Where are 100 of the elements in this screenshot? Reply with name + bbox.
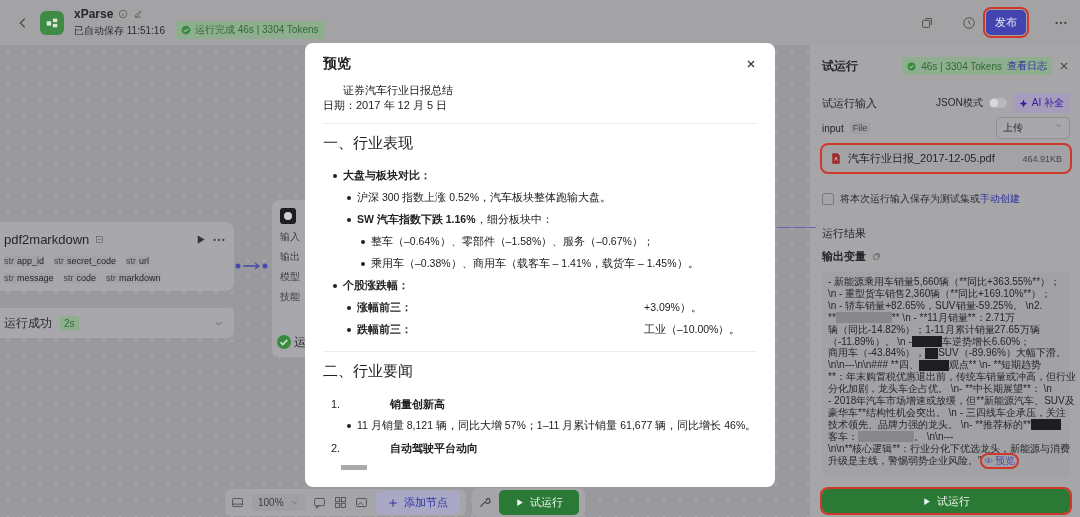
check-icon bbox=[180, 24, 191, 35]
manual-create-link[interactable]: 手动创建 bbox=[980, 193, 1020, 204]
output-text: \n - 重型货车销售2,360辆（**同比+169.10%**）； bbox=[828, 287, 1052, 300]
list-number: 2. bbox=[330, 442, 342, 454]
chevron-down-icon bbox=[1054, 121, 1063, 130]
file-name: 汽车行业日报_2017-12-05.pdf bbox=[848, 151, 995, 166]
output-text: 。 \n\n--- bbox=[914, 430, 954, 443]
list-text: 乘用车（–0.38%）、商用车（载客车 – 1.41%，载货车 – 1.45%）。 bbox=[371, 257, 699, 271]
run-result-text: 运行成功 bbox=[4, 314, 52, 332]
bullet-icon bbox=[333, 284, 337, 288]
node-info-icon bbox=[95, 235, 105, 244]
node-field-label: 技能 bbox=[280, 290, 301, 304]
file-size: 464.91KB bbox=[1022, 153, 1062, 164]
play-icon bbox=[514, 498, 524, 507]
output-text: **：年末购置税优惠退出前，传统车销量或冲高，但行业 bbox=[828, 371, 1076, 383]
redaction-block bbox=[1030, 419, 1061, 431]
node-field-label: 模型 bbox=[280, 270, 301, 284]
output-text: 观点** \n- **短期趋势 bbox=[948, 359, 1042, 371]
history-icon bbox=[962, 15, 976, 30]
output-text: 豪华车**结构性机会突出。 \n - 三四线车企承压，关注 bbox=[828, 406, 1066, 419]
bullet-icon bbox=[347, 328, 351, 332]
param-tag: str app_id bbox=[4, 256, 45, 266]
ai-complete-button[interactable]: AI 补全 bbox=[1012, 93, 1070, 113]
view-log-link[interactable]: 查看日志 bbox=[1007, 59, 1047, 73]
upload-dropdown[interactable]: 上传 bbox=[996, 117, 1070, 139]
screen-icon bbox=[231, 496, 244, 509]
list-text: 11 月销量 8,121 辆，同比大增 57%；1–11 月累计销量 61,677 辆，同比增长 46%。 bbox=[357, 419, 757, 433]
param-tag: str markdown bbox=[106, 273, 161, 283]
output-text: ** bbox=[828, 311, 836, 324]
sparkle-icon bbox=[1018, 98, 1028, 108]
output-text: 商用车（-43.84%）， bbox=[828, 347, 926, 360]
output-text: \n - 轿车销量+82.65%，SUV销量-59.25%。 \n2. bbox=[828, 299, 1043, 312]
section-title: 试运行输入 bbox=[822, 95, 877, 111]
app-title: xParse bbox=[74, 7, 114, 21]
save-checkbox[interactable] bbox=[822, 193, 834, 205]
chevron-down-icon bbox=[289, 498, 299, 507]
list-text: 沪深 300 指数上涨 0.52%，汽车板块整体跑输大盘。 bbox=[357, 191, 612, 205]
output-text: - 新能源乘用车销量5,660辆（**同比+363.55%**）； bbox=[828, 276, 1061, 288]
output-text: 分化加剧，龙头车企占优。 \n- **中长期展望**： \n bbox=[828, 383, 1052, 395]
dialog-title: 预览 bbox=[323, 55, 351, 73]
list-text: 整车（–0.64%）、零部件（–1.58%）、服务（–0.67%）； bbox=[371, 235, 654, 249]
output-text: - 2018年汽车市场增速或放缓，但**新能源汽车、SUV及 bbox=[828, 395, 1075, 407]
run-button[interactable]: 试运行 bbox=[822, 489, 1070, 513]
param-tag: str message bbox=[4, 273, 54, 283]
run-button[interactable]: 试运行 bbox=[498, 490, 579, 515]
save-option-text: 将本次运行输入保存为测试集或手动创建 bbox=[840, 192, 1020, 206]
check-icon bbox=[276, 334, 292, 350]
json-mode-label: JSON模式 bbox=[936, 96, 983, 110]
input-label: input bbox=[822, 122, 844, 134]
run-result-text: 运 bbox=[294, 333, 306, 351]
list-text: 个股涨跌幅： bbox=[343, 279, 409, 293]
param-tag: str url bbox=[126, 256, 150, 266]
list-text: 大盘与板块对比： bbox=[343, 169, 431, 183]
list-label: 跌幅前三： bbox=[357, 323, 413, 337]
list-label: 涨幅前三： bbox=[357, 301, 413, 315]
run-result-bar[interactable]: 运行成功 2s bbox=[0, 308, 234, 338]
list-text: SW 汽车指数下跌 1.16%，细分板块中： bbox=[357, 213, 553, 227]
preview-link[interactable]: 预览 bbox=[981, 454, 1017, 467]
connector-arrow bbox=[235, 261, 269, 271]
section-title: 运行结果 bbox=[822, 226, 867, 241]
autosave-time: 已自动保存 11:51:16 bbox=[74, 24, 165, 38]
output-text: 客车： bbox=[828, 430, 858, 443]
edit-icon bbox=[133, 9, 144, 19]
wrench-icon bbox=[477, 496, 491, 509]
grid-icon bbox=[333, 496, 347, 509]
file-item[interactable]: 汽车行业日报_2017-12-05.pdf 464.91KB bbox=[822, 145, 1070, 172]
section-heading: 二、行业要闻 bbox=[323, 362, 414, 381]
news-title: 销量创新高 bbox=[388, 396, 445, 412]
report-title: 证券汽车行业日报总结 bbox=[342, 83, 454, 98]
zoom-dropdown[interactable]: 100% bbox=[252, 494, 305, 511]
output-text: （-11.89%）。 \n - bbox=[828, 335, 912, 348]
comment-icon bbox=[312, 496, 326, 509]
node-field-label: 输入 bbox=[280, 230, 301, 244]
copy-icon bbox=[920, 15, 934, 30]
json-mode-toggle[interactable] bbox=[988, 98, 1007, 108]
duration-badge: 2s bbox=[60, 315, 79, 331]
run-status-text: 运行完成 46s | 3304 Tokens bbox=[194, 22, 319, 37]
output-text: \n\n---\n\n### **四、 bbox=[828, 359, 919, 372]
output-title: 输出变量 bbox=[822, 249, 866, 264]
output-text: 技术领先、品牌力强的龙头。 \n- **推荐标的** bbox=[828, 418, 1031, 431]
bullet-icon bbox=[347, 424, 351, 428]
workflow-node[interactable]: pdf2markdown str app_id str secret_code str url str message str code str markdown bbox=[0, 222, 234, 291]
output-text: \n\n**核心逻辑**：行业分化下优选龙头，新能源与消费 bbox=[828, 442, 1071, 455]
image-placeholder bbox=[341, 465, 367, 470]
play-icon bbox=[922, 496, 931, 506]
publish-button[interactable]: 发布 bbox=[986, 10, 1026, 35]
section-heading: 一、行业表现 bbox=[323, 134, 414, 153]
blurred-block bbox=[835, 312, 892, 324]
bullet-icon bbox=[347, 218, 351, 222]
add-node-button[interactable]: 添加节点 bbox=[375, 491, 460, 514]
blurred-block bbox=[858, 431, 914, 443]
node-title: pdf2markdown bbox=[4, 232, 90, 247]
run-info-text: 46s | 3304 Tokens bbox=[921, 60, 1002, 72]
copy-icon bbox=[872, 252, 881, 261]
list-number: 1. bbox=[330, 398, 342, 410]
list-value: +3.09%）。 bbox=[644, 301, 702, 315]
panel-title: 试运行 bbox=[822, 57, 858, 75]
eye-icon bbox=[983, 456, 993, 466]
bullet-icon bbox=[361, 262, 365, 266]
plus-icon bbox=[387, 497, 398, 508]
